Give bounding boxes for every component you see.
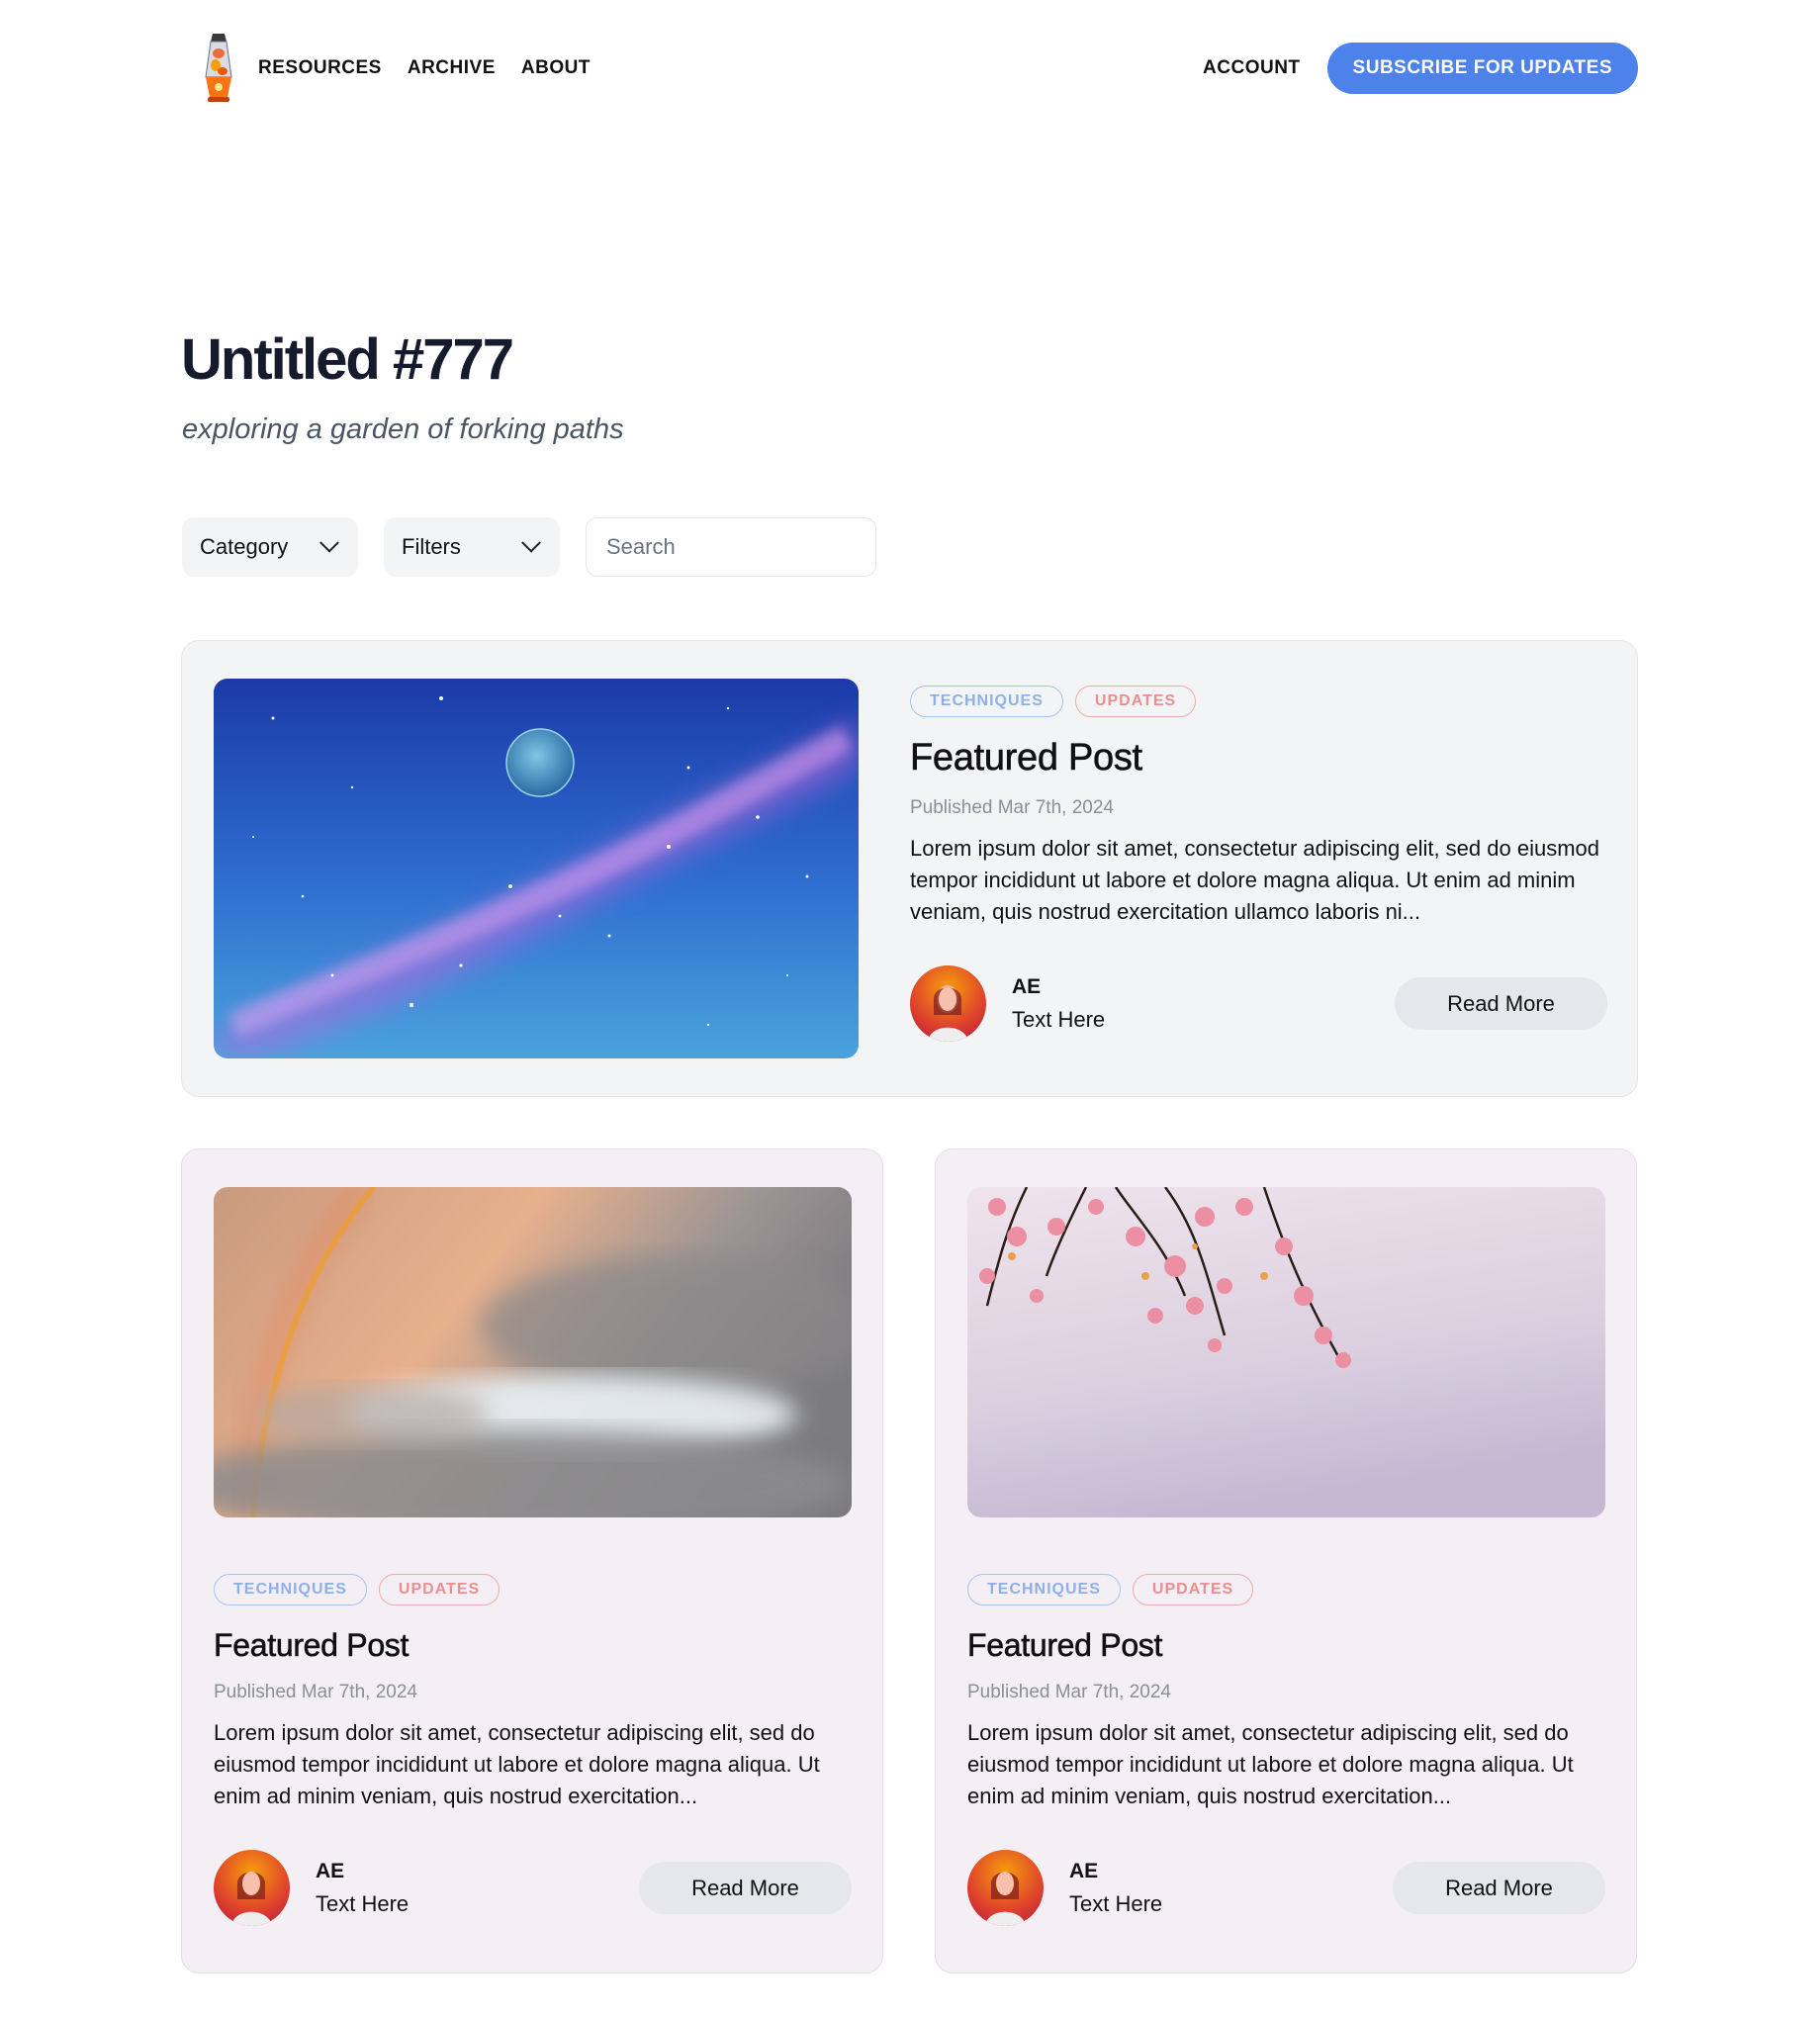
avatar[interactable] <box>910 965 986 1042</box>
author-row: AE Text Here Read More <box>910 965 1607 1042</box>
post-date: Published Mar 7th, 2024 <box>214 1682 417 1702</box>
author-row: AE Text Here Read More <box>214 1850 852 1926</box>
post-card[interactable]: TECHNIQUES UPDATES Featured Post Publish… <box>935 1148 1637 1973</box>
post-title[interactable]: Featured Post <box>214 1627 852 1664</box>
tag-list: TECHNIQUES UPDATES <box>910 686 1607 717</box>
lava-lamp-logo-icon[interactable] <box>199 32 238 105</box>
filter-bar: Category Filters <box>182 517 876 577</box>
rainbow-clouds-image[interactable] <box>214 1187 852 1517</box>
author-name: AE <box>316 1859 345 1882</box>
read-more-button[interactable]: Read More <box>1393 1862 1605 1914</box>
author-subtitle: Text Here <box>1012 1006 1106 1032</box>
tag-updates[interactable]: UPDATES <box>378 1574 500 1605</box>
tag-updates[interactable]: UPDATES <box>1132 1574 1254 1605</box>
featured-post-body: TECHNIQUES UPDATES Featured Post Publish… <box>910 686 1607 1042</box>
search-input[interactable] <box>586 517 876 577</box>
author-name: AE <box>1012 974 1042 998</box>
post-excerpt: Lorem ipsum dolor sit amet, consectetur … <box>214 1720 820 1808</box>
post-excerpt: Lorem ipsum dolor sit amet, consectetur … <box>967 1720 1574 1808</box>
nav-link-about[interactable]: ABOUT <box>521 57 591 79</box>
nav-link-archive[interactable]: ARCHIVE <box>408 57 496 79</box>
post-date: Published Mar 7th, 2024 <box>910 797 1114 818</box>
chevron-down-icon <box>319 532 339 553</box>
tag-list: TECHNIQUES UPDATES <box>214 1574 852 1605</box>
page-subtitle: exploring a garden of forking paths <box>182 413 624 445</box>
author-row: AE Text Here Read More <box>967 1850 1605 1926</box>
post-title[interactable]: Featured Post <box>910 737 1607 780</box>
tag-updates[interactable]: UPDATES <box>1074 686 1197 717</box>
nav-link-account[interactable]: ACCOUNT <box>1203 57 1301 79</box>
read-more-button[interactable]: Read More <box>639 1862 852 1914</box>
tag-techniques[interactable]: TECHNIQUES <box>214 1574 367 1605</box>
category-dropdown-label: Category <box>200 534 289 559</box>
galaxy-image[interactable] <box>214 679 859 1058</box>
chevron-down-icon <box>521 532 541 553</box>
post-card-body: TECHNIQUES UPDATES Featured Post Publish… <box>967 1574 1605 1926</box>
post-date: Published Mar 7th, 2024 <box>967 1682 1171 1702</box>
category-dropdown[interactable]: Category <box>182 517 358 577</box>
post-excerpt: Lorem ipsum dolor sit amet, consectetur … <box>910 836 1600 924</box>
cherry-blossom-image[interactable] <box>967 1187 1605 1517</box>
avatar[interactable] <box>967 1850 1044 1926</box>
top-nav: RESOURCES ARCHIVE ABOUT ACCOUNT SUBSCRIB… <box>182 28 1638 109</box>
subscribe-button[interactable]: SUBSCRIBE FOR UPDATES <box>1326 43 1638 94</box>
filters-dropdown-label: Filters <box>402 534 461 559</box>
post-title[interactable]: Featured Post <box>967 1627 1605 1664</box>
page-title: Untitled #777 <box>181 327 514 392</box>
author-subtitle: Text Here <box>1069 1890 1163 1916</box>
tag-techniques[interactable]: TECHNIQUES <box>910 686 1063 717</box>
featured-post-card[interactable]: TECHNIQUES UPDATES Featured Post Publish… <box>181 640 1638 1097</box>
avatar[interactable] <box>214 1850 290 1926</box>
author-name: AE <box>1069 1859 1099 1882</box>
tag-list: TECHNIQUES UPDATES <box>967 1574 1605 1605</box>
author-subtitle: Text Here <box>316 1890 410 1916</box>
read-more-button[interactable]: Read More <box>1395 977 1607 1030</box>
filters-dropdown[interactable]: Filters <box>384 517 560 577</box>
post-card[interactable]: TECHNIQUES UPDATES Featured Post Publish… <box>181 1148 883 1973</box>
tag-techniques[interactable]: TECHNIQUES <box>967 1574 1121 1605</box>
nav-link-resources[interactable]: RESOURCES <box>258 57 382 79</box>
post-card-body: TECHNIQUES UPDATES Featured Post Publish… <box>214 1574 852 1926</box>
